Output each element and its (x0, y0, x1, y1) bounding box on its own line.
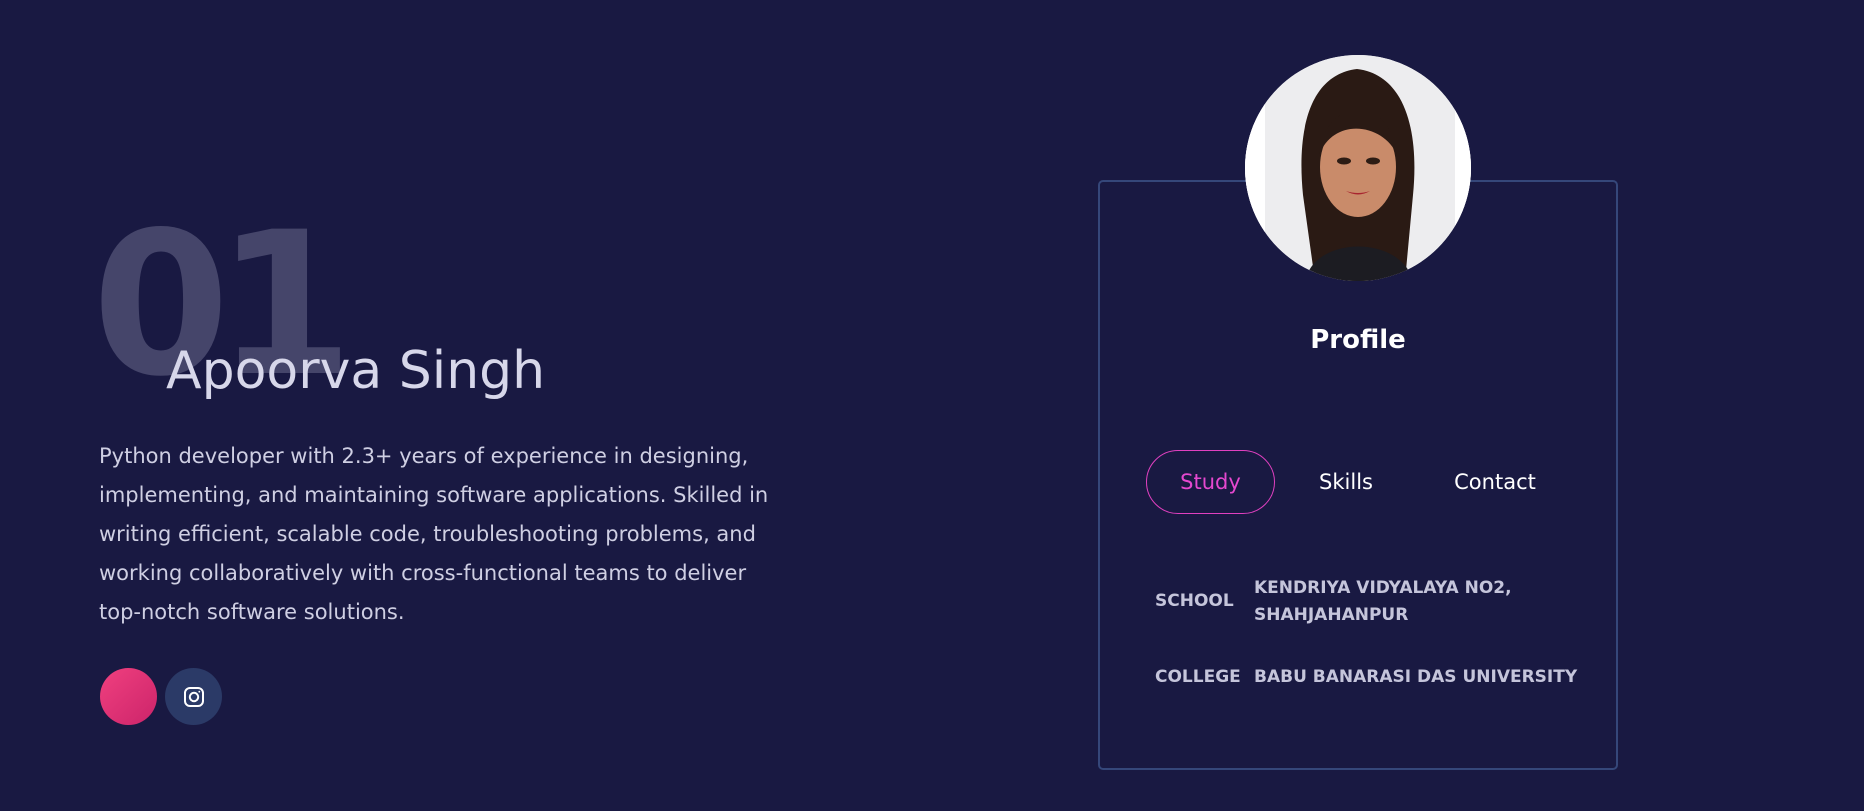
social-links (100, 668, 222, 725)
info-value-school-line1: KENDRIYA VIDYALAYA NO2, (1254, 578, 1512, 598)
social-link-instagram[interactable] (165, 668, 222, 725)
tab-contact[interactable]: Contact (1415, 450, 1575, 514)
profile-avatar (1245, 55, 1471, 281)
tab-study[interactable]: Study (1146, 450, 1275, 514)
profile-title: Profile (1310, 325, 1406, 355)
info-value-school: KENDRIYA VIDYALAYA NO2, SHAHJAHANPUR (1254, 575, 1512, 629)
info-label-college: COLLEGE (1155, 667, 1241, 687)
tab-skills[interactable]: Skills (1281, 450, 1411, 514)
info-value-college: BABU BANARASI DAS UNIVERSITY (1254, 667, 1578, 687)
social-link-pink[interactable] (100, 668, 157, 725)
info-value-school-line2: SHAHJAHANPUR (1254, 605, 1409, 625)
profile-tabs: Study Skills Contact (1146, 450, 1575, 514)
info-row-school: SCHOOL KENDRIYA VIDYALAYA NO2, SHAHJAHAN… (1155, 575, 1512, 629)
bio-text: Python developer with 2.3+ years of expe… (99, 444, 769, 624)
instagram-icon (183, 686, 204, 707)
person-name: Apoorva Singh (166, 341, 546, 401)
info-label-school: SCHOOL (1155, 591, 1234, 611)
info-row-college: COLLEGE BABU BANARASI DAS UNIVERSITY (1155, 664, 1577, 691)
